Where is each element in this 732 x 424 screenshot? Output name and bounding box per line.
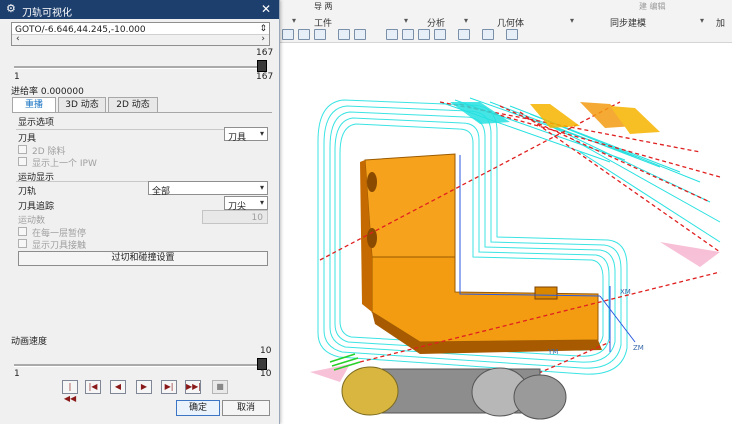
- cancel-button[interactable]: 取消: [222, 400, 270, 416]
- ribbon-top-item[interactable]: 建 编辑: [639, 1, 666, 12]
- checkbox-2d-remove[interactable]: [18, 145, 27, 154]
- zoom-icon[interactable]: [386, 29, 398, 40]
- horizontal-scrollbar[interactable]: ‹ ›: [12, 34, 269, 45]
- pan-icon[interactable]: [402, 29, 414, 40]
- section-display-options[interactable]: 显示选项: [18, 115, 54, 128]
- chevron-down-icon: ▾: [259, 183, 264, 192]
- motion-count-label: 运动数: [18, 216, 46, 226]
- chevron-down-icon[interactable]: ▾: [570, 16, 574, 25]
- play-backward-icon[interactable]: ◀: [110, 380, 126, 394]
- toolpath-visualization-dialog: ⚙ 刀轨可视化 ✕ GOTO/-6.646,44.245,-10.000 ⇕ ‹…: [0, 0, 280, 424]
- fit-view-icon[interactable]: [338, 29, 350, 40]
- gouge-check-settings-button[interactable]: 过切和碰撞设置: [18, 251, 268, 266]
- rotate-icon[interactable]: [418, 29, 430, 40]
- speed-slider-track[interactable]: [14, 364, 262, 367]
- dialog-title: 刀轨可视化: [22, 8, 72, 19]
- fast-forward-to-end-icon[interactable]: ▶▶|: [185, 380, 201, 394]
- tool-display-select[interactable]: 刀具 ▾: [224, 127, 268, 143]
- undo-icon[interactable]: [282, 29, 294, 40]
- ribbon-group-sync-modeling[interactable]: 同步建模: [610, 16, 646, 29]
- tab-replay[interactable]: 重播: [12, 97, 56, 113]
- tool-display-value: 刀具: [228, 133, 247, 143]
- ribbon-group-more[interactable]: 加: [716, 16, 725, 29]
- tool-trace-label: 刀具追踪: [18, 202, 55, 212]
- axis-label-ym: YM: [547, 348, 558, 356]
- toolpath-display-value: 全部: [152, 187, 171, 197]
- position-min-label: 1: [14, 72, 20, 82]
- checkbox-show-tool-contact-label: 显示刀具接触: [32, 241, 87, 251]
- gear-icon: ⚙: [6, 2, 16, 15]
- close-icon[interactable]: ✕: [261, 2, 271, 16]
- speed-max-right-label: 10: [260, 369, 272, 379]
- tab-3d-dynamic[interactable]: 3D 动态: [58, 97, 106, 112]
- position-max-label: 167: [256, 48, 274, 58]
- tool-label: 刀具: [18, 134, 37, 144]
- rewind-to-start-icon[interactable]: |◀◀: [62, 380, 78, 403]
- position-slider-thumb[interactable]: [257, 60, 267, 72]
- layer-icon[interactable]: [434, 29, 446, 40]
- position-slider-track[interactable]: [14, 66, 262, 69]
- cad-scene: XM YM ZM: [310, 97, 721, 420]
- animation-speed-label: 动画速度: [11, 337, 48, 347]
- tab-2d-dynamic[interactable]: 2D 动态: [108, 97, 158, 112]
- dialog-titlebar[interactable]: ⚙ 刀轨可视化 ✕: [0, 0, 279, 19]
- checkbox-show-tool-contact[interactable]: [18, 239, 27, 248]
- step-back-icon[interactable]: |◀: [85, 380, 101, 394]
- speed-max-label: 10: [260, 346, 272, 356]
- position-max-right-label: 167: [256, 72, 274, 82]
- select-icon[interactable]: [314, 29, 326, 40]
- ribbon-top-item[interactable]: 导 两: [314, 1, 333, 12]
- spinner-icon[interactable]: ⇕: [259, 24, 267, 34]
- axis-label-xm: XM: [620, 288, 631, 296]
- ok-button[interactable]: 确定: [176, 400, 220, 416]
- chevron-down-icon[interactable]: ▾: [292, 16, 296, 25]
- stop-icon[interactable]: ■: [212, 380, 228, 394]
- checkbox-show-prev-ipw-label: 显示上一个 IPW: [32, 159, 97, 169]
- chevron-down-icon[interactable]: ▾: [404, 16, 408, 25]
- cutting-tool: [341, 366, 567, 420]
- tool-trace-select[interactable]: 刀尖 ▾: [224, 196, 268, 212]
- filter-icon[interactable]: [506, 29, 518, 40]
- tab-label: 3D 动态: [65, 100, 99, 110]
- tab-label: 重播: [24, 100, 43, 110]
- chevron-down-icon: ▾: [259, 129, 264, 138]
- step-forward-icon[interactable]: ▶|: [161, 380, 177, 394]
- feed-rate-readout: 进给率 0.000000: [11, 87, 84, 97]
- axis-label-zm: ZM: [633, 344, 644, 352]
- motion-count-field[interactable]: 10: [202, 210, 268, 224]
- scroll-right-icon[interactable]: ›: [261, 34, 265, 44]
- chevron-down-icon: ▾: [259, 198, 264, 207]
- play-forward-icon[interactable]: ▶: [136, 380, 152, 394]
- toolpath-label: 刀轨: [18, 187, 37, 197]
- render-style-icon[interactable]: [458, 29, 470, 40]
- chevron-down-icon[interactable]: ▾: [464, 16, 468, 25]
- shaded-view-icon[interactable]: [354, 29, 366, 40]
- scroll-left-icon[interactable]: ‹: [16, 34, 20, 44]
- chevron-down-icon[interactable]: ▾: [700, 16, 704, 25]
- toolpath-display-select[interactable]: 全部 ▾: [148, 181, 268, 197]
- view-orient-icon[interactable]: [482, 29, 494, 40]
- tab-label: 2D 动态: [116, 100, 150, 110]
- motion-count-value: 10: [251, 213, 263, 223]
- redo-icon[interactable]: [298, 29, 310, 40]
- checkbox-show-prev-ipw[interactable]: [18, 157, 27, 166]
- speed-min-label: 1: [14, 369, 20, 379]
- checkbox-pause-each-layer[interactable]: [18, 227, 27, 236]
- view-toolbar: [274, 27, 574, 41]
- replay-tab-panel: 显示选项 刀具 刀具 ▾ 2D 除料 显示上一个 IPW 运动显示 刀轨 全部 …: [12, 112, 272, 323]
- goto-listbox[interactable]: GOTO/-6.646,44.245,-10.000 ⇕ ‹ ›: [11, 22, 270, 46]
